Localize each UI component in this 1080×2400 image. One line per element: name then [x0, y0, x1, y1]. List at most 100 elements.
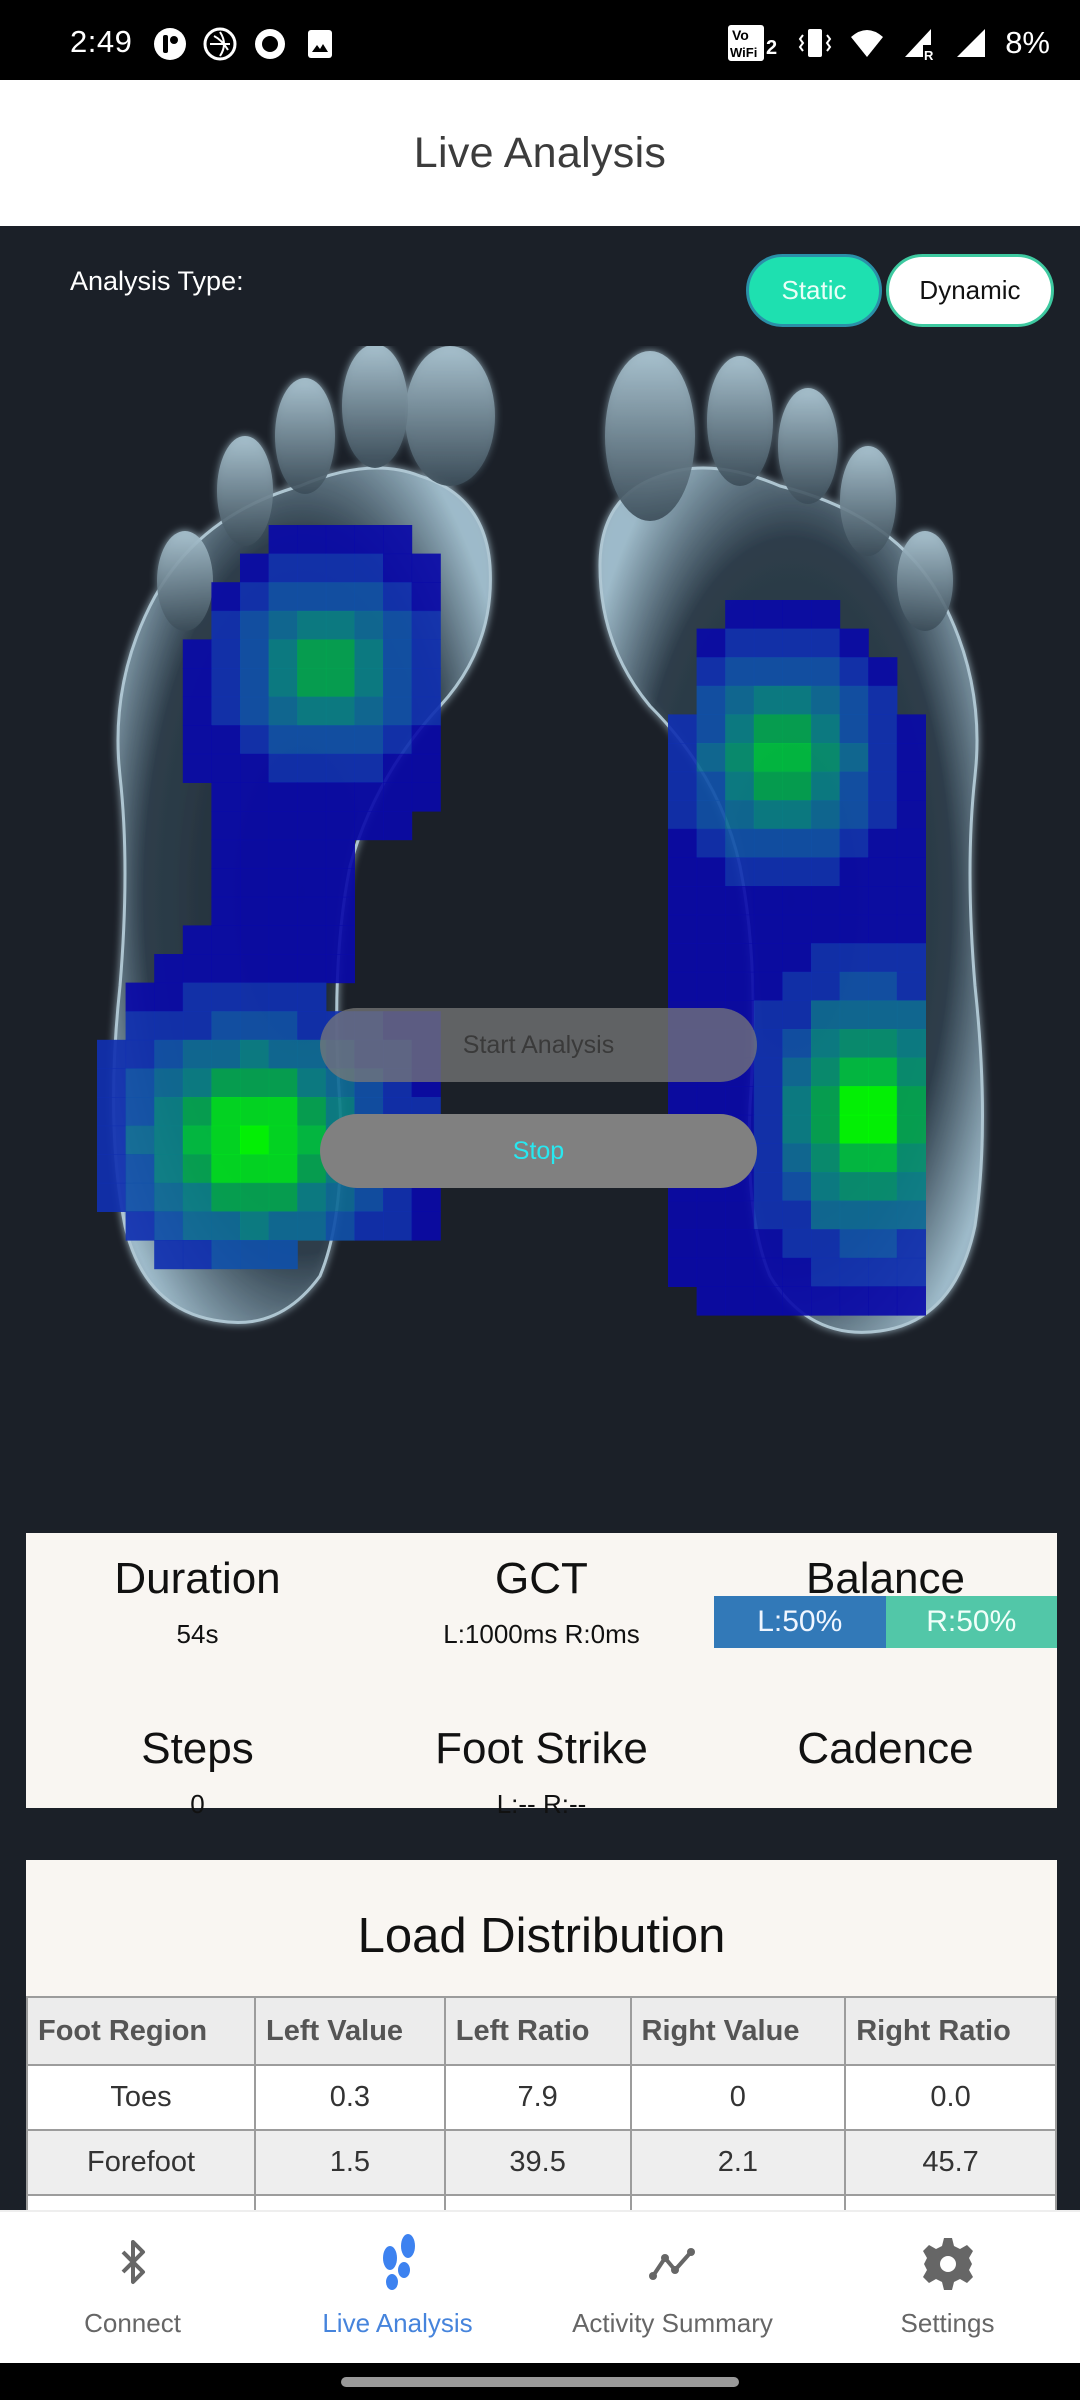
right-heat-cell	[839, 1200, 869, 1230]
right-heat-cell	[868, 1057, 898, 1087]
right-heat-cell	[811, 771, 841, 801]
left-heat-cell	[411, 582, 441, 612]
right-heat-cell	[782, 1172, 812, 1202]
left-heat-cell	[182, 1011, 212, 1041]
left-heat-cell	[268, 582, 298, 612]
left-heat-cell	[211, 1182, 241, 1212]
nav-label: Settings	[900, 2308, 995, 2338]
main-content: Analysis Type: Static Dynamic Start Anal…	[0, 226, 1080, 2210]
right-heat-cell	[811, 1114, 841, 1144]
left-heat-cell	[154, 1125, 184, 1155]
dynamic-toggle-button[interactable]: Dynamic	[886, 254, 1054, 327]
gct-value: L:1000ms R:0ms	[443, 1619, 640, 1649]
left-heat-cell	[268, 1182, 298, 1212]
left-heat-cell	[268, 1097, 298, 1127]
right-heat-cell	[896, 1086, 926, 1116]
right-heat-cell	[839, 628, 869, 658]
left-heat-cell	[211, 1240, 241, 1270]
left-heat-cell	[211, 753, 241, 783]
left-heat-cell	[211, 925, 241, 955]
right-heat-cell	[753, 1000, 783, 1030]
left-heat-cell	[325, 1211, 355, 1241]
left-heat-cell	[211, 782, 241, 812]
right-heat-cell	[696, 1086, 726, 1116]
right-heat-cell	[896, 1114, 926, 1144]
right-heat-cell	[896, 943, 926, 973]
right-heat-cell	[811, 1200, 841, 1230]
right-heat-cell	[696, 771, 726, 801]
metric-duration: Duration 54s	[26, 1553, 369, 1650]
left-heat-cell	[182, 982, 212, 1012]
metric-cadence: Cadence	[714, 1723, 1057, 1789]
nav-label: Activity Summary	[572, 2308, 773, 2338]
right-heat-cell	[811, 600, 841, 630]
right-heat-cell	[896, 771, 926, 801]
left-heat-cell	[211, 1125, 241, 1155]
right-heat-cell	[782, 1029, 812, 1059]
right-heat-cell	[839, 828, 869, 858]
nav-connect[interactable]: Connect	[0, 2212, 265, 2363]
right-heat-cell	[868, 914, 898, 944]
right-heat-cell	[811, 800, 841, 830]
right-heat-cell	[696, 1286, 726, 1316]
vowifi-icon: Vo WiFi 2	[728, 25, 777, 61]
metric-gct: GCT L:1000ms R:0ms	[370, 1553, 713, 1650]
left-heat-cell	[325, 868, 355, 898]
right-heat-cell	[811, 943, 841, 973]
signal-roaming-icon: R	[905, 29, 934, 61]
right-heat-cell	[868, 800, 898, 830]
home-gesture-handle[interactable]	[341, 2377, 739, 2387]
cell-right-ratio	[844, 2194, 1057, 2210]
left-heat-cell	[268, 753, 298, 783]
right-heat-cell	[782, 771, 812, 801]
right-heat-cell	[696, 743, 726, 773]
start-analysis-button[interactable]: Start Analysis	[320, 1008, 757, 1082]
left-heat-cell	[297, 982, 327, 1012]
left-heat-cell	[354, 753, 384, 783]
nav-live-analysis[interactable]: Live Analysis	[265, 2212, 530, 2363]
right-heat-cell	[839, 1286, 869, 1316]
cadence-title: Cadence	[797, 1724, 974, 1773]
left-heat-cell	[125, 982, 155, 1012]
right-heat-cell	[896, 1057, 926, 1087]
right-heat-cell	[839, 685, 869, 715]
left-heat-cell	[211, 868, 241, 898]
right-heat-cell	[668, 828, 698, 858]
right-heat-cell	[782, 714, 812, 744]
right-heat-cell	[782, 743, 812, 773]
stop-button[interactable]: Stop	[320, 1114, 757, 1188]
nav-settings[interactable]: Settings	[815, 2212, 1080, 2363]
right-heat-cell	[696, 971, 726, 1001]
right-heat-cell	[868, 1172, 898, 1202]
left-heat-cell	[325, 582, 355, 612]
vibrate-icon	[798, 29, 832, 57]
right-heat-cell	[839, 1143, 869, 1173]
status-bar: 2:49 Vo WiFi 2 R 8%	[0, 0, 1080, 80]
right-heat-cell	[896, 828, 926, 858]
left-heat-cell	[182, 954, 212, 984]
right-heat-cell	[753, 628, 783, 658]
right-heat-cell	[868, 1229, 898, 1259]
nav-activity-summary[interactable]: Activity Summary	[530, 2212, 815, 2363]
right-heat-cell	[811, 1143, 841, 1173]
right-heat-cell	[753, 771, 783, 801]
right-heat-cell	[782, 1000, 812, 1030]
static-toggle-button[interactable]: Static	[746, 254, 882, 327]
left-heat-cell	[411, 610, 441, 640]
table-row	[26, 2194, 1057, 2210]
right-heat-cell	[839, 971, 869, 1001]
left-heat-cell	[211, 1039, 241, 1069]
left-heat-cell	[125, 1182, 155, 1212]
right-heat-cell	[725, 857, 755, 887]
nav-label: Connect	[84, 2308, 181, 2338]
left-heat-cell	[297, 753, 327, 783]
left-heat-cell	[211, 725, 241, 755]
left-heat-cell	[182, 925, 212, 955]
left-heat-cell	[383, 610, 413, 640]
right-heat-cell	[668, 771, 698, 801]
load-distribution-title: Load Distribution	[357, 1909, 726, 1963]
right-heat-cell	[696, 714, 726, 744]
left-heat-cell	[354, 610, 384, 640]
right-heat-cell	[868, 1114, 898, 1144]
right-heat-cell	[839, 1057, 869, 1087]
